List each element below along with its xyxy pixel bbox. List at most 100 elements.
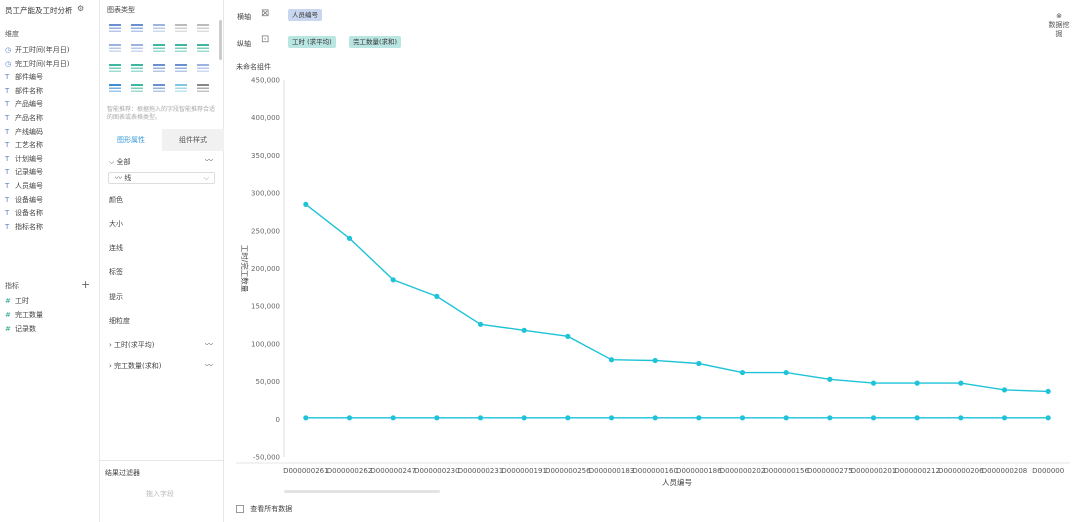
data-point[interactable] [1045, 388, 1051, 395]
prop-size[interactable]: 大小 [109, 219, 123, 229]
mark-type-select[interactable]: 〰 线 ⌵ [108, 172, 215, 184]
dimension-item[interactable]: T 产品名称 [5, 112, 43, 124]
prop-tooltip[interactable]: 提示 [109, 292, 123, 302]
data-point[interactable] [652, 415, 658, 421]
data-point[interactable] [783, 369, 789, 376]
line-icon[interactable] [174, 62, 188, 74]
prop-granularity[interactable]: 细粒度 [109, 316, 130, 326]
data-point[interactable] [1001, 387, 1008, 393]
data-point[interactable] [434, 415, 440, 421]
checkbox-box[interactable] [236, 505, 244, 513]
data-point[interactable] [346, 235, 353, 241]
data-point[interactable] [696, 415, 702, 421]
data-point[interactable] [608, 415, 615, 421]
scatter-line-icon[interactable] [130, 62, 144, 74]
bar-map-icon[interactable] [130, 82, 144, 94]
dimension-item[interactable]: T 设备名称 [5, 207, 43, 219]
data-point[interactable] [1045, 415, 1051, 421]
dimension-item[interactable]: T 部件名称 [5, 85, 43, 97]
data-point[interactable] [521, 327, 527, 333]
data-point[interactable] [958, 380, 964, 386]
gantt-icon[interactable] [108, 62, 122, 74]
dimension-item[interactable]: T 计划编号 [5, 153, 43, 165]
data-point[interactable] [565, 415, 571, 421]
prop-color[interactable]: 颜色 [109, 195, 123, 205]
data-point[interactable] [390, 415, 396, 421]
data-point[interactable] [827, 376, 833, 382]
data-point[interactable] [346, 415, 353, 421]
dimension-item[interactable]: ◷ 开工时间(年月日) [5, 44, 69, 56]
dimension-item[interactable]: T 人员编号 [5, 180, 43, 192]
prop-all-row[interactable]: ⌵ 全部 [109, 157, 131, 167]
show-all-data-checkbox[interactable]: 查看所有数据 [236, 504, 292, 514]
x-axis-chart-icon[interactable]: ⊠ [261, 8, 269, 19]
detail-table-icon[interactable] [152, 22, 166, 34]
x-axis-field-pill[interactable]: 人员编号 [288, 9, 322, 21]
data-point[interactable] [303, 201, 309, 208]
pie-icon[interactable] [196, 82, 210, 94]
data-point[interactable] [696, 360, 702, 367]
measure-item[interactable]: # 记录数 [5, 323, 36, 335]
bubble-icon[interactable] [174, 82, 188, 94]
dimension-item[interactable]: T 部件编号 [5, 71, 43, 83]
data-point[interactable] [870, 415, 877, 421]
table-icon[interactable] [108, 22, 122, 34]
bar-stack-icon[interactable] [152, 42, 166, 54]
area-icon[interactable] [152, 62, 166, 74]
add-measure-icon[interactable]: + [81, 278, 90, 291]
tab-graphic-props[interactable]: 图形属性 [100, 129, 162, 151]
y-axis-chart-icon[interactable]: ⊡ [261, 34, 269, 45]
series1-row[interactable]: › 工时(求平均) [109, 340, 155, 350]
radar-icon[interactable] [196, 62, 210, 74]
bar-chart-icon[interactable] [174, 42, 188, 54]
data-point[interactable] [477, 415, 484, 421]
y-axis-field-pill-1[interactable]: 工时 (求平均) [288, 36, 336, 48]
prop-label[interactable]: 标签 [109, 267, 123, 277]
data-point[interactable] [565, 333, 571, 339]
data-point[interactable] [652, 357, 658, 364]
dimension-item[interactable]: T 设备编号 [5, 194, 43, 206]
map-icon[interactable] [108, 82, 122, 94]
cross-table-icon[interactable] [130, 22, 144, 34]
y-axis-field-pill-2[interactable]: 完工数量(求和) [349, 36, 402, 48]
chart-horizontal-scrollbar[interactable] [284, 490, 440, 493]
result-filter-dropzone[interactable]: 拖入字段 [146, 489, 174, 499]
dimension-item[interactable]: T 产品编号 [5, 98, 43, 110]
data-point[interactable] [521, 415, 527, 421]
measure-item[interactable]: # 完工数量 [5, 309, 43, 321]
dataset-title[interactable]: 员工产能及工时分析 [5, 5, 73, 16]
data-point[interactable] [914, 380, 920, 386]
data-point[interactable] [739, 415, 746, 421]
bar-group-icon[interactable] [196, 42, 210, 54]
dimension-item[interactable]: T 记录编号 [5, 166, 43, 178]
tab-component-style[interactable]: 组件样式 [162, 129, 224, 151]
scatter-icon[interactable] [152, 82, 166, 94]
data-point[interactable] [1001, 415, 1008, 421]
grouped-table-icon[interactable] [108, 42, 122, 54]
data-point[interactable] [608, 357, 615, 363]
data-point[interactable] [958, 415, 964, 421]
data-point[interactable] [390, 277, 396, 283]
data-point[interactable] [434, 293, 440, 299]
data-point[interactable] [870, 380, 877, 386]
data-point[interactable] [303, 415, 309, 421]
dimension-item[interactable]: T 指标名称 [5, 221, 43, 233]
data-point[interactable] [783, 415, 789, 421]
data-point[interactable] [739, 369, 746, 376]
dimension-item[interactable]: ◷ 完工时间(年月日) [5, 58, 69, 70]
heat-table-icon[interactable] [130, 42, 144, 54]
kpi-icon[interactable] [174, 22, 188, 34]
dimension-item[interactable]: T 工艺名称 [5, 139, 43, 151]
config-scrollbar[interactable] [219, 20, 222, 60]
data-point[interactable] [477, 321, 484, 327]
data-point[interactable] [827, 415, 833, 421]
text-table-icon[interactable] [196, 22, 210, 34]
data-mining-button[interactable]: ⊗ 数据挖掘 [1048, 12, 1070, 39]
measure-item[interactable]: # 工时 [5, 295, 29, 307]
search-icon[interactable]: ⌕ [67, 4, 71, 13]
prop-connect[interactable]: 连线 [109, 243, 123, 253]
data-point[interactable] [914, 415, 920, 421]
settings-icon[interactable]: ⚙ [77, 4, 84, 13]
series2-row[interactable]: › 完工数量(求和) [109, 361, 162, 371]
dimension-item[interactable]: T 产线编码 [5, 126, 43, 138]
